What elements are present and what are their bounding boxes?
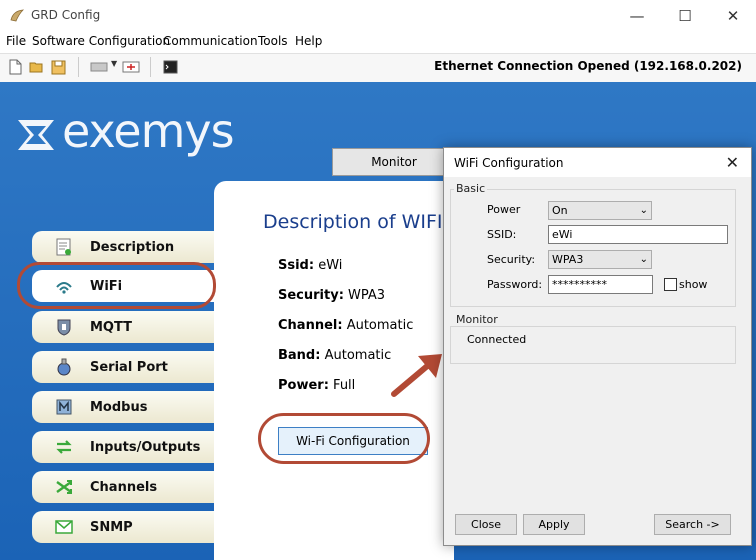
menu-communication[interactable]: Communication	[163, 34, 258, 48]
description-icon	[54, 237, 74, 257]
sidebar-item-label: Channels	[90, 479, 158, 495]
sidebar-item-label: MQTT	[90, 319, 133, 335]
security-select-value: WPA3	[552, 253, 584, 266]
power-select-value: On	[552, 204, 568, 217]
prop-value: WPA3	[348, 288, 386, 303]
prop-value: Automatic	[346, 318, 414, 333]
prop-security: Security: WPA3	[278, 288, 385, 303]
sidebar-item-snmp[interactable]: SNMP	[32, 511, 214, 543]
toolbar-separator	[78, 57, 79, 77]
inputs-outputs-icon	[54, 437, 74, 457]
save-icon[interactable]	[51, 59, 66, 75]
app-title: GRD Config	[31, 8, 101, 22]
monitor-group-label: Monitor	[454, 313, 500, 326]
prop-value: Automatic	[324, 348, 392, 363]
search-button[interactable]: Search ->	[654, 514, 731, 535]
sidebar-item-modbus[interactable]: Modbus	[32, 391, 214, 423]
show-label: show	[679, 278, 708, 291]
maximize-icon: ☐	[678, 6, 692, 25]
tab-monitor[interactable]: Monitor	[332, 148, 456, 176]
exemys-logo: exemys	[62, 104, 235, 158]
sidebar-item-channels[interactable]: Channels	[32, 471, 214, 503]
password-label: Password:	[487, 278, 543, 291]
terminal-icon[interactable]	[163, 59, 178, 75]
prop-value: Full	[333, 378, 356, 393]
page-title: Description of WIFI	[263, 211, 443, 233]
sidebar-item-mqtt[interactable]: MQTT	[32, 311, 214, 343]
prop-ssid: Ssid: eWi	[278, 258, 342, 273]
prop-key: Ssid:	[278, 258, 315, 273]
close-button[interactable]: Close	[455, 514, 517, 535]
show-password-checkbox[interactable]	[664, 278, 677, 291]
prop-key: Power:	[278, 378, 329, 393]
wifi-configuration-dialog: WiFi Configuration ✕ Basic Power On ⌄ SS…	[443, 147, 752, 546]
modbus-icon	[54, 397, 74, 417]
sidebar-item-label: Inputs/Outputs	[90, 439, 201, 455]
chevron-down-icon: ⌄	[639, 254, 648, 265]
sidebar-item-label: Description	[90, 239, 175, 255]
power-select[interactable]: On ⌄	[548, 201, 652, 220]
ssid-label: SSID:	[487, 228, 517, 241]
transfer-icon[interactable]	[122, 59, 140, 75]
apply-button[interactable]: Apply	[523, 514, 585, 535]
sidebar-item-inputs-outputs[interactable]: Inputs/Outputs	[32, 431, 214, 463]
prop-channel: Channel: Automatic	[278, 318, 413, 333]
chevron-down-icon: ⌄	[639, 205, 648, 216]
device-dropdown-icon[interactable]: ▼	[111, 59, 117, 68]
prop-value: eWi	[318, 258, 343, 273]
connection-status: Ethernet Connection Opened (192.168.0.20…	[434, 59, 742, 73]
close-window-button[interactable]: ✕	[710, 0, 756, 31]
menu-help[interactable]: Help	[295, 34, 322, 48]
dialog-close-icon[interactable]: ✕	[726, 153, 739, 172]
app-icon	[10, 9, 25, 22]
close-icon: ✕	[726, 6, 740, 25]
highlight-ring-wifi	[17, 262, 216, 309]
sidebar-item-serial-port[interactable]: Serial Port	[32, 351, 214, 383]
prop-key: Channel:	[278, 318, 343, 333]
prop-key: Band:	[278, 348, 321, 363]
highlight-ring-button	[258, 413, 430, 464]
new-file-icon[interactable]	[8, 59, 23, 75]
exemys-logo-icon	[18, 120, 54, 150]
security-select[interactable]: WPA3 ⌄	[548, 250, 652, 269]
prop-key: Security:	[278, 288, 344, 303]
sidebar-item-label: Modbus	[90, 399, 148, 415]
menu-software-configuration[interactable]: Software Configuration	[32, 34, 170, 48]
minimize-button[interactable]: —	[614, 0, 660, 31]
menu-file[interactable]: File	[6, 34, 26, 48]
basic-group-label: Basic	[454, 182, 488, 195]
prop-band: Band: Automatic	[278, 348, 391, 363]
maximize-button[interactable]: ☐	[662, 0, 708, 31]
open-folder-icon[interactable]	[29, 59, 44, 75]
mqtt-icon	[54, 317, 74, 337]
power-label: Power	[487, 203, 521, 216]
sidebar-item-label: Serial Port	[90, 359, 168, 375]
minimize-icon: —	[629, 6, 645, 25]
sidebar-item-description[interactable]: Description	[32, 231, 214, 263]
security-label: Security:	[487, 253, 536, 266]
dialog-title: WiFi Configuration	[454, 156, 564, 170]
sidebar-item-label: SNMP	[90, 519, 133, 535]
annotation-arrow-icon	[391, 354, 442, 397]
serial-port-icon	[54, 357, 74, 377]
prop-power: Power: Full	[278, 378, 355, 393]
channels-icon	[54, 477, 74, 497]
password-input[interactable]: **********	[548, 275, 653, 294]
toolbar-separator	[150, 57, 151, 77]
snmp-icon	[54, 517, 74, 537]
menu-tools[interactable]: Tools	[258, 34, 288, 48]
monitor-status: Connected	[467, 333, 527, 346]
ssid-input[interactable]: eWi	[548, 225, 728, 244]
device-icon[interactable]	[90, 59, 108, 75]
